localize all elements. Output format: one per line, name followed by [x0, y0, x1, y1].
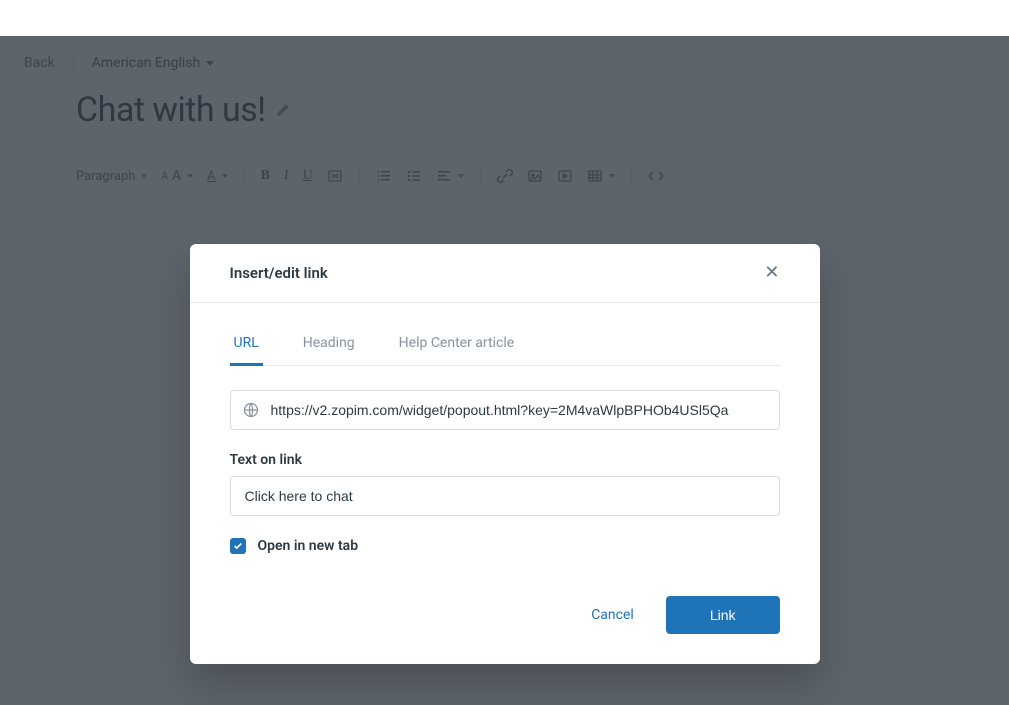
text-on-link-label: Text on link	[230, 452, 780, 468]
open-new-tab-checkbox[interactable]	[230, 538, 246, 554]
tab-heading[interactable]: Heading	[299, 327, 359, 366]
url-input-wrap	[230, 390, 780, 430]
modal-header: Insert/edit link ✕	[190, 244, 820, 303]
modal-overlay: Insert/edit link ✕ URL Heading Help Cent…	[0, 36, 1009, 705]
modal-title: Insert/edit link	[230, 264, 328, 282]
cancel-button[interactable]: Cancel	[583, 597, 642, 633]
tab-help-center[interactable]: Help Center article	[395, 327, 518, 366]
modal-footer: Cancel Link	[190, 572, 820, 664]
open-new-tab-row: Open in new tab	[230, 538, 780, 554]
url-input[interactable]	[271, 391, 779, 429]
close-icon[interactable]: ✕	[764, 264, 779, 282]
link-button[interactable]: Link	[666, 596, 780, 634]
globe-icon	[231, 402, 271, 418]
tab-url[interactable]: URL	[230, 327, 263, 366]
text-input-wrap	[230, 476, 780, 516]
insert-link-modal: Insert/edit link ✕ URL Heading Help Cent…	[190, 244, 820, 664]
modal-body: URL Heading Help Center article Text on …	[190, 303, 820, 572]
open-new-tab-label: Open in new tab	[258, 538, 359, 554]
link-text-input[interactable]	[231, 477, 779, 515]
link-tabs: URL Heading Help Center article	[230, 327, 780, 366]
